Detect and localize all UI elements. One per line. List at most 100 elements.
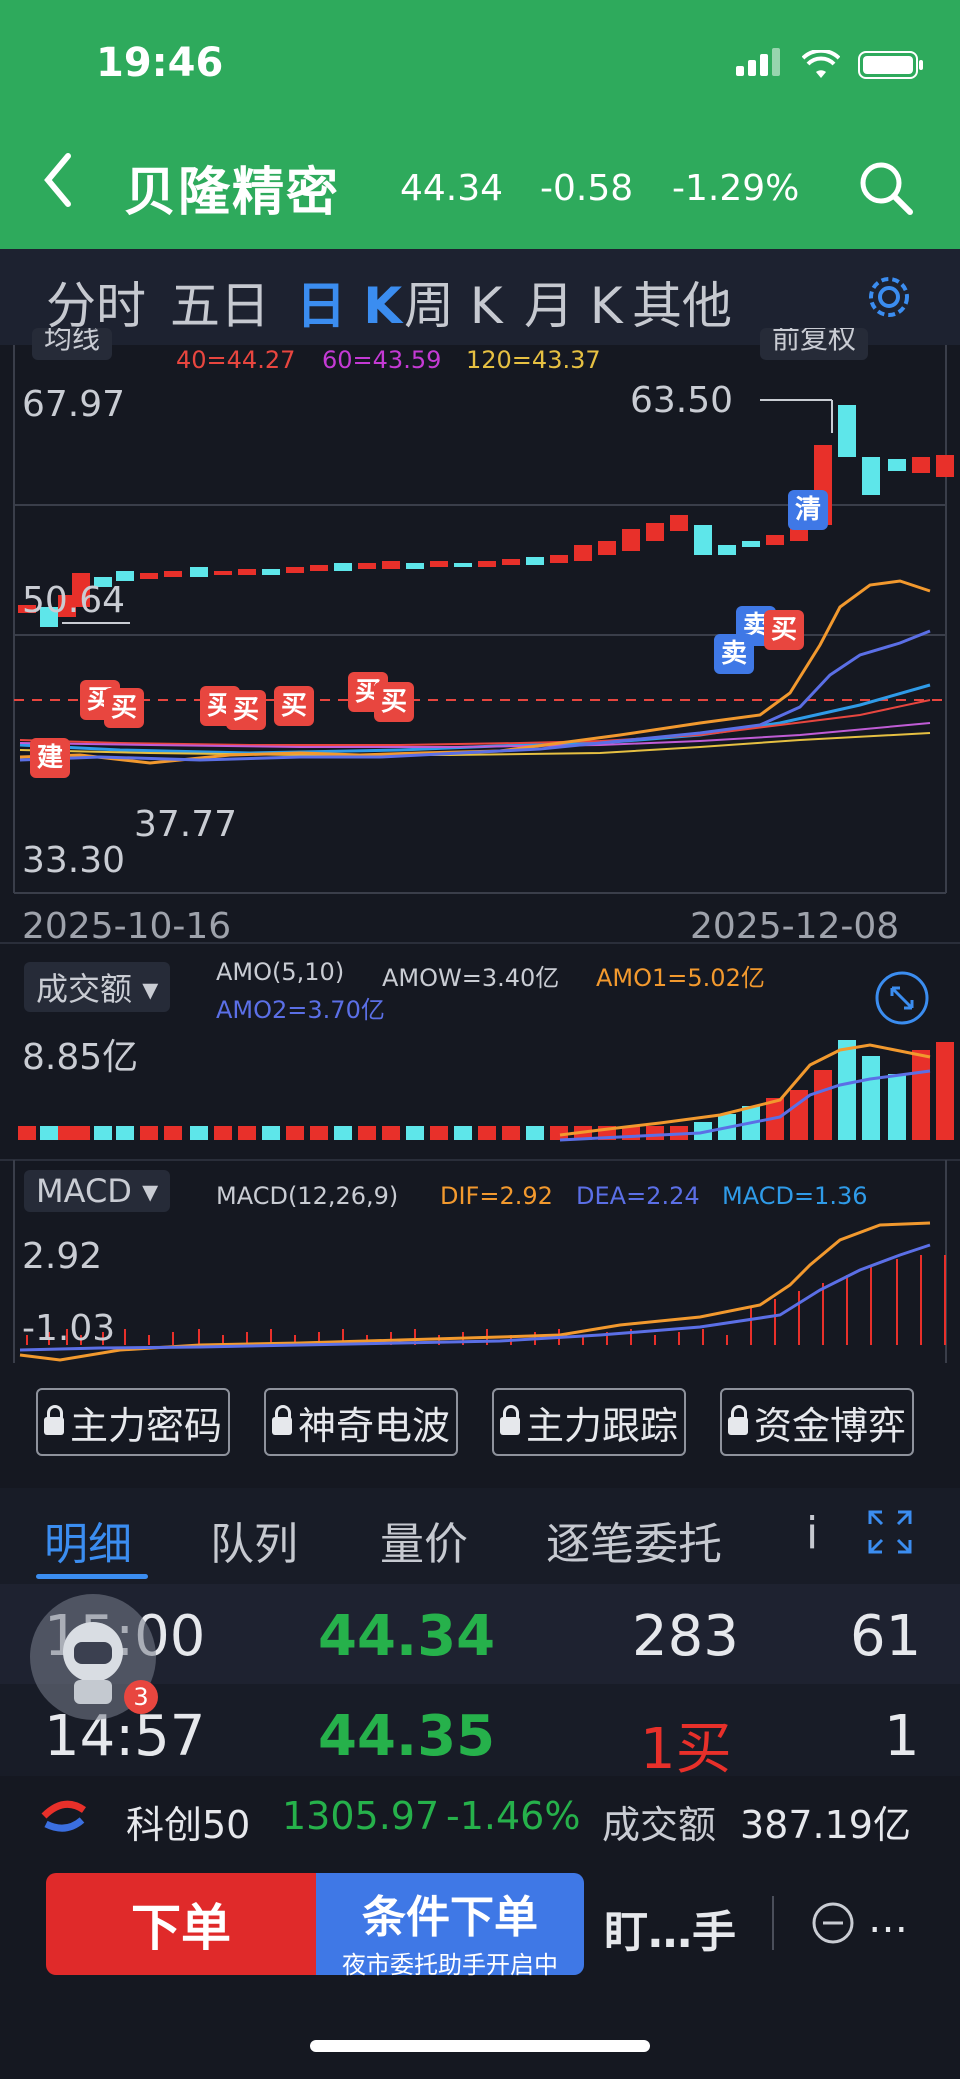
candle <box>190 567 208 577</box>
feature-label: 主力跟踪 <box>525 1403 678 1448</box>
date-end: 2025-12-08 <box>690 906 900 947</box>
amo1-value: AMO1=5.02亿 <box>596 964 765 992</box>
feature-label: 主力密码 <box>69 1403 222 1448</box>
tag-buy[interactable]: 买 <box>104 688 144 728</box>
volume-bar <box>454 1126 472 1140</box>
volume-bar <box>382 1126 400 1140</box>
volume-chip-label: 成交额 <box>36 970 133 1008</box>
tag-build[interactable]: 建 <box>30 738 70 778</box>
amo2-value: AMO2=3.70亿 <box>216 996 385 1024</box>
expand-icon[interactable] <box>874 970 930 1026</box>
volume-bar <box>286 1126 304 1140</box>
candle <box>646 523 664 541</box>
adjust-selector[interactable]: 前复权 <box>760 328 869 360</box>
tab-details[interactable]: 明细 <box>44 1508 132 1572</box>
index-pct: -1.46% <box>446 1794 581 1838</box>
volume-bar <box>310 1126 328 1140</box>
conditional-order-button[interactable]: 条件下单 夜市委托助手开启中 <box>316 1873 584 1979</box>
candle <box>622 529 640 551</box>
candle <box>838 405 856 457</box>
gear-icon[interactable] <box>864 272 914 322</box>
candle <box>382 561 400 569</box>
index-ticker-bar[interactable]: 科创50 1305.97 -1.46% 成交额 387.19亿 <box>0 1776 960 1860</box>
volume-bar <box>358 1126 376 1140</box>
status-icons <box>736 48 924 80</box>
ma-selector[interactable]: 均线 <box>32 328 113 360</box>
lock-icon <box>271 1405 292 1435</box>
divider <box>772 1896 774 1950</box>
volume-selector[interactable]: 成交额 ▾ <box>24 962 171 1012</box>
signal-icon <box>736 48 784 80</box>
candle <box>406 563 424 569</box>
index-name: 科创50 <box>126 1803 251 1847</box>
candle <box>888 459 906 471</box>
candle <box>454 563 472 567</box>
price-axis-high: 67.97 <box>22 384 126 425</box>
cond-order-sub: 夜市委托助手开启中 <box>342 1951 558 1979</box>
feature-main-tracking-button[interactable]: 主力跟踪 <box>492 1388 686 1456</box>
tag-clear[interactable]: 清 <box>788 490 828 530</box>
volume-bar <box>912 1050 930 1140</box>
lock-icon <box>43 1405 64 1435</box>
tab-daily-k[interactable]: 日 K <box>296 266 402 338</box>
macd-selector[interactable]: MACD ▾ <box>24 1170 171 1212</box>
feature-fund-game-button[interactable]: 资金博弈 <box>720 1388 914 1456</box>
notification-badge: 3 <box>124 1680 158 1714</box>
volume-bar <box>116 1126 134 1140</box>
tag-buy[interactable]: 买 <box>226 690 266 730</box>
candle <box>214 571 232 575</box>
macd-value: MACD=1.36 <box>722 1182 868 1210</box>
date-start: 2025-10-16 <box>22 906 232 947</box>
tab-weekly-k[interactable]: 周 K <box>404 266 503 338</box>
volume-bar <box>430 1126 448 1140</box>
volume-bar <box>838 1040 856 1140</box>
volume-bar <box>72 1126 90 1140</box>
candle <box>766 535 784 545</box>
trough-price-label: 37.77 <box>134 804 238 845</box>
tab-five-day[interactable]: 五日 <box>170 266 270 338</box>
tag-sell[interactable]: 卖 <box>714 634 754 674</box>
stock-name: 贝隆精密 <box>124 163 341 223</box>
lock-icon <box>727 1405 748 1435</box>
order-button[interactable]: 下单 <box>46 1873 316 1975</box>
back-icon[interactable] <box>38 150 78 210</box>
volume-bar <box>406 1126 424 1140</box>
volume-bar <box>164 1126 182 1140</box>
tab-more[interactable]: i <box>806 1508 826 1559</box>
fullscreen-icon[interactable] <box>866 1508 914 1556</box>
tab-monthly-k[interactable]: 月 K <box>524 266 623 338</box>
trade-price: 44.34 <box>318 1604 496 1669</box>
ma40-value: 40=44.27 <box>176 346 296 374</box>
ma120-value: 120=43.37 <box>466 346 601 374</box>
minus-circle-icon[interactable] <box>810 1900 856 1946</box>
tag-buy[interactable]: 买 <box>274 686 314 726</box>
price-axis-mid: 50.64 <box>22 580 126 621</box>
dea-value: DEA=2.24 <box>576 1182 700 1210</box>
candle <box>694 525 712 555</box>
candle <box>718 545 736 555</box>
candle <box>358 563 376 569</box>
tab-queue[interactable]: 队列 <box>210 1508 298 1572</box>
peak-price-label: 63.50 <box>630 380 734 421</box>
tab-volume-price[interactable]: 量价 <box>380 1508 468 1572</box>
tag-buy[interactable]: 买 <box>764 610 804 650</box>
volume-bar <box>502 1126 520 1140</box>
more-button[interactable]: … <box>868 1896 908 1942</box>
volume-bar <box>190 1126 208 1140</box>
feature-magic-wave-button[interactable]: 神奇电波 <box>264 1388 458 1456</box>
index-amount-label: 成交额 <box>602 1803 717 1847</box>
floating-assistant-button[interactable]: 3 <box>30 1594 158 1720</box>
tab-other[interactable]: 其他 <box>632 266 732 338</box>
candle <box>526 557 544 565</box>
tab-order-by-order[interactable]: 逐笔委托 <box>546 1508 722 1572</box>
feature-label: 资金博弈 <box>753 1403 906 1448</box>
active-tab-underline <box>36 1574 148 1579</box>
tag-buy[interactable]: 买 <box>374 682 414 722</box>
search-icon[interactable] <box>856 158 916 218</box>
stock-header: 19:46 贝隆精密 44.34 -0.58 -1.29% <box>0 0 960 249</box>
volume-bar <box>238 1126 256 1140</box>
feature-label: 神奇电波 <box>297 1403 450 1448</box>
watch-assistant-button[interactable]: 盯…手 <box>604 1896 736 1960</box>
feature-main-code-button[interactable]: 主力密码 <box>36 1388 230 1456</box>
trade-volume: 283 <box>632 1604 739 1669</box>
